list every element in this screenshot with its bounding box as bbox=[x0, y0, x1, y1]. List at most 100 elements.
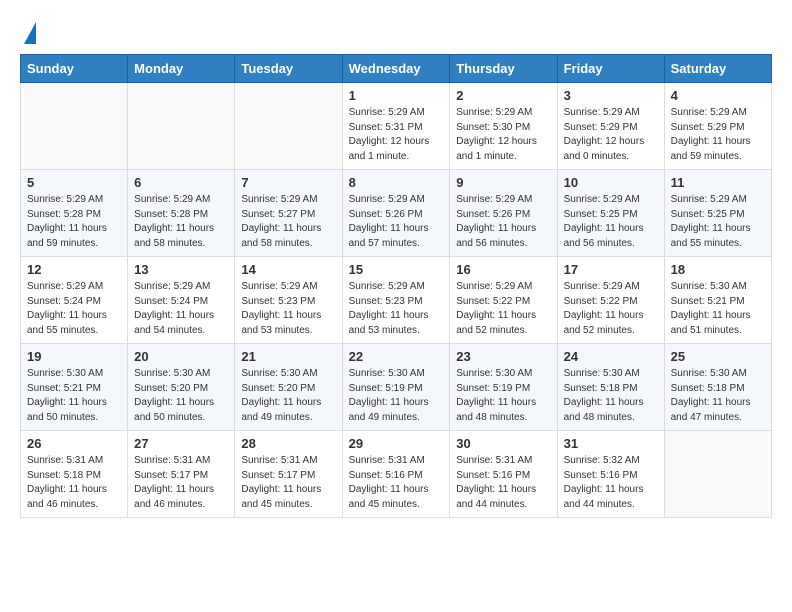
calendar-cell: 6Sunrise: 5:29 AM Sunset: 5:28 PM Daylig… bbox=[128, 170, 235, 257]
day-number: 19 bbox=[27, 349, 121, 364]
day-number: 31 bbox=[564, 436, 658, 451]
day-info: Sunrise: 5:29 AM Sunset: 5:25 PM Dayligh… bbox=[564, 193, 658, 251]
day-info: Sunrise: 5:29 AM Sunset: 5:23 PM Dayligh… bbox=[241, 280, 335, 338]
calendar-cell: 31 Sunrise: 5:32 AM Sunset: 5:16 PM Dayli… bbox=[557, 431, 664, 518]
logo bbox=[20, 20, 36, 44]
day-info: Sunrise: 5:29 AM Sunset: 5:28 PM Dayligh… bbox=[27, 193, 121, 251]
day-info: Sunrise: 5:29 AM Sunset: 5:31 PM Dayligh… bbox=[349, 106, 444, 164]
day-info: Sunrise: 5:30 AM Sunset: 5:21 PM Dayligh… bbox=[671, 280, 765, 338]
day-info: Sunrise: 5:29 AM Sunset: 5:27 PM Dayligh… bbox=[241, 193, 335, 251]
calendar-cell: 25 Sunrise: 5:30 AM Sunset: 5:18 PM Dayli… bbox=[664, 344, 771, 431]
calendar-week-4: 19 Sunrise: 5:30 AM Sunset: 5:21 PM Dayli… bbox=[21, 344, 772, 431]
calendar-cell: 22 Sunrise: 5:30 AM Sunset: 5:19 PM Dayli… bbox=[342, 344, 450, 431]
day-info: Sunrise: 5:29 AM Sunset: 5:26 PM Dayligh… bbox=[456, 193, 550, 251]
day-number: 22 bbox=[349, 349, 444, 364]
weekday-header-sunday: Sunday bbox=[21, 55, 128, 83]
day-number: 15 bbox=[349, 262, 444, 277]
day-info: Sunrise: 5:29 AM Sunset: 5:23 PM Dayligh… bbox=[349, 280, 444, 338]
calendar-cell: 3 Sunrise: 5:29 AM Sunset: 5:29 PM Daylig… bbox=[557, 83, 664, 170]
calendar-cell: 9Sunrise: 5:29 AM Sunset: 5:26 PM Daylig… bbox=[450, 170, 557, 257]
day-info: Sunrise: 5:31 AM Sunset: 5:17 PM Dayligh… bbox=[241, 454, 335, 512]
day-info: Sunrise: 5:29 AM Sunset: 5:24 PM Dayligh… bbox=[27, 280, 121, 338]
calendar-cell: 28 Sunrise: 5:31 AM Sunset: 5:17 PM Dayli… bbox=[235, 431, 342, 518]
calendar-cell: 12 Sunrise: 5:29 AM Sunset: 5:24 PM Dayli… bbox=[21, 257, 128, 344]
weekday-header-wednesday: Wednesday bbox=[342, 55, 450, 83]
calendar-week-2: 5 Sunrise: 5:29 AM Sunset: 5:28 PM Daylig… bbox=[21, 170, 772, 257]
calendar-table: SundayMondayTuesdayWednesdayThursdayFrid… bbox=[20, 54, 772, 518]
calendar-cell bbox=[128, 83, 235, 170]
calendar-week-1: 1Sunrise: 5:29 AM Sunset: 5:31 PM Daylig… bbox=[21, 83, 772, 170]
day-info: Sunrise: 5:30 AM Sunset: 5:21 PM Dayligh… bbox=[27, 367, 121, 425]
calendar-cell: 7 Sunrise: 5:29 AM Sunset: 5:27 PM Daylig… bbox=[235, 170, 342, 257]
day-number: 24 bbox=[564, 349, 658, 364]
day-info: Sunrise: 5:29 AM Sunset: 5:24 PM Dayligh… bbox=[134, 280, 228, 338]
day-number: 5 bbox=[27, 175, 121, 190]
day-number: 8 bbox=[349, 175, 444, 190]
calendar-week-5: 26 Sunrise: 5:31 AM Sunset: 5:18 PM Dayli… bbox=[21, 431, 772, 518]
weekday-header-saturday: Saturday bbox=[664, 55, 771, 83]
calendar-cell: 21 Sunrise: 5:30 AM Sunset: 5:20 PM Dayli… bbox=[235, 344, 342, 431]
calendar-cell: 20 Sunrise: 5:30 AM Sunset: 5:20 PM Dayli… bbox=[128, 344, 235, 431]
day-number: 28 bbox=[241, 436, 335, 451]
day-number: 20 bbox=[134, 349, 228, 364]
calendar-cell bbox=[21, 83, 128, 170]
calendar-cell: 24 Sunrise: 5:30 AM Sunset: 5:18 PM Dayli… bbox=[557, 344, 664, 431]
calendar-cell: 1Sunrise: 5:29 AM Sunset: 5:31 PM Daylig… bbox=[342, 83, 450, 170]
day-info: Sunrise: 5:29 AM Sunset: 5:29 PM Dayligh… bbox=[564, 106, 658, 164]
calendar-cell: 17Sunrise: 5:29 AM Sunset: 5:22 PM Dayli… bbox=[557, 257, 664, 344]
day-info: Sunrise: 5:29 AM Sunset: 5:28 PM Dayligh… bbox=[134, 193, 228, 251]
calendar-cell: 19 Sunrise: 5:30 AM Sunset: 5:21 PM Dayli… bbox=[21, 344, 128, 431]
page-header bbox=[20, 20, 772, 44]
day-info: Sunrise: 5:30 AM Sunset: 5:18 PM Dayligh… bbox=[671, 367, 765, 425]
weekday-header-tuesday: Tuesday bbox=[235, 55, 342, 83]
calendar-cell: 13Sunrise: 5:29 AM Sunset: 5:24 PM Dayli… bbox=[128, 257, 235, 344]
day-info: Sunrise: 5:30 AM Sunset: 5:19 PM Dayligh… bbox=[456, 367, 550, 425]
day-number: 18 bbox=[671, 262, 765, 277]
calendar-cell: 30 Sunrise: 5:31 AM Sunset: 5:16 PM Dayli… bbox=[450, 431, 557, 518]
calendar-cell: 23 Sunrise: 5:30 AM Sunset: 5:19 PM Dayli… bbox=[450, 344, 557, 431]
weekday-header-friday: Friday bbox=[557, 55, 664, 83]
weekday-header-monday: Monday bbox=[128, 55, 235, 83]
day-info: Sunrise: 5:31 AM Sunset: 5:16 PM Dayligh… bbox=[349, 454, 444, 512]
weekday-header-thursday: Thursday bbox=[450, 55, 557, 83]
day-number: 21 bbox=[241, 349, 335, 364]
day-info: Sunrise: 5:31 AM Sunset: 5:17 PM Dayligh… bbox=[134, 454, 228, 512]
day-info: Sunrise: 5:30 AM Sunset: 5:18 PM Dayligh… bbox=[564, 367, 658, 425]
day-number: 23 bbox=[456, 349, 550, 364]
day-number: 25 bbox=[671, 349, 765, 364]
day-number: 7 bbox=[241, 175, 335, 190]
calendar-cell bbox=[235, 83, 342, 170]
day-number: 16 bbox=[456, 262, 550, 277]
day-number: 4 bbox=[671, 88, 765, 103]
calendar-cell: 5 Sunrise: 5:29 AM Sunset: 5:28 PM Daylig… bbox=[21, 170, 128, 257]
calendar-cell: 11Sunrise: 5:29 AM Sunset: 5:25 PM Dayli… bbox=[664, 170, 771, 257]
day-number: 17 bbox=[564, 262, 658, 277]
day-info: Sunrise: 5:30 AM Sunset: 5:19 PM Dayligh… bbox=[349, 367, 444, 425]
day-number: 12 bbox=[27, 262, 121, 277]
logo-triangle-icon bbox=[24, 22, 36, 44]
calendar-week-3: 12 Sunrise: 5:29 AM Sunset: 5:24 PM Dayli… bbox=[21, 257, 772, 344]
day-info: Sunrise: 5:31 AM Sunset: 5:18 PM Dayligh… bbox=[27, 454, 121, 512]
calendar-cell: 27Sunrise: 5:31 AM Sunset: 5:17 PM Dayli… bbox=[128, 431, 235, 518]
day-number: 10 bbox=[564, 175, 658, 190]
calendar-cell: 4 Sunrise: 5:29 AM Sunset: 5:29 PM Daylig… bbox=[664, 83, 771, 170]
calendar-cell: 8Sunrise: 5:29 AM Sunset: 5:26 PM Daylig… bbox=[342, 170, 450, 257]
day-number: 3 bbox=[564, 88, 658, 103]
day-number: 30 bbox=[456, 436, 550, 451]
calendar-cell: 14Sunrise: 5:29 AM Sunset: 5:23 PM Dayli… bbox=[235, 257, 342, 344]
calendar-cell: 29Sunrise: 5:31 AM Sunset: 5:16 PM Dayli… bbox=[342, 431, 450, 518]
day-info: Sunrise: 5:30 AM Sunset: 5:20 PM Dayligh… bbox=[134, 367, 228, 425]
day-info: Sunrise: 5:30 AM Sunset: 5:20 PM Dayligh… bbox=[241, 367, 335, 425]
day-number: 11 bbox=[671, 175, 765, 190]
calendar-cell: 10 Sunrise: 5:29 AM Sunset: 5:25 PM Dayli… bbox=[557, 170, 664, 257]
calendar-cell: 15 Sunrise: 5:29 AM Sunset: 5:23 PM Dayli… bbox=[342, 257, 450, 344]
calendar-cell: 26 Sunrise: 5:31 AM Sunset: 5:18 PM Dayli… bbox=[21, 431, 128, 518]
calendar-cell: 18 Sunrise: 5:30 AM Sunset: 5:21 PM Dayli… bbox=[664, 257, 771, 344]
day-number: 26 bbox=[27, 436, 121, 451]
calendar-cell: 16Sunrise: 5:29 AM Sunset: 5:22 PM Dayli… bbox=[450, 257, 557, 344]
day-info: Sunrise: 5:29 AM Sunset: 5:30 PM Dayligh… bbox=[456, 106, 550, 164]
calendar-header-row: SundayMondayTuesdayWednesdayThursdayFrid… bbox=[21, 55, 772, 83]
day-info: Sunrise: 5:32 AM Sunset: 5:16 PM Dayligh… bbox=[564, 454, 658, 512]
day-info: Sunrise: 5:31 AM Sunset: 5:16 PM Dayligh… bbox=[456, 454, 550, 512]
day-info: Sunrise: 5:29 AM Sunset: 5:29 PM Dayligh… bbox=[671, 106, 765, 164]
